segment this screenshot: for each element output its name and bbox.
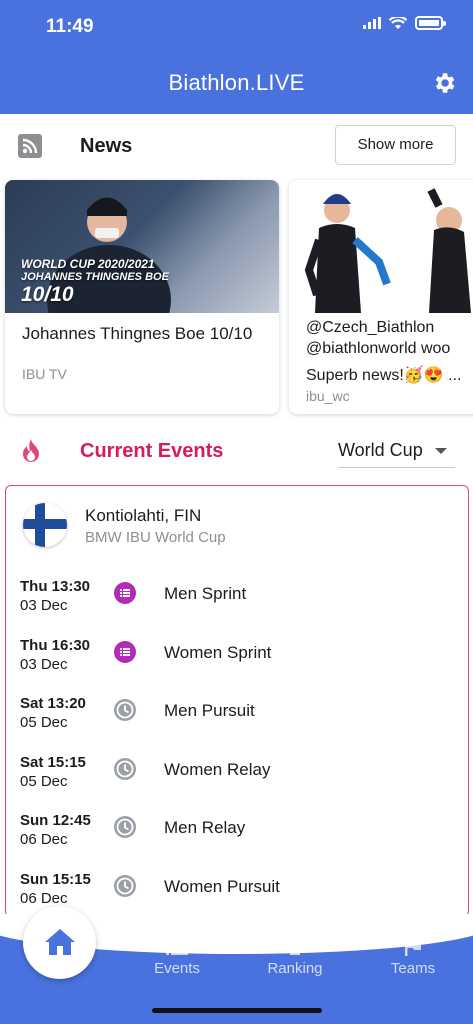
finland-flag-icon [23,503,67,547]
home-indicator [152,1008,322,1013]
competition-select-value: World Cup [338,440,423,460]
clock-icon [114,699,136,722]
event-location: Kontiolahti, FIN [85,506,202,525]
race-row[interactable]: Thu 16:30 03 Dec Women Sprint [6,636,468,695]
trophy-icon [284,939,306,955]
caret-down-icon [435,448,447,454]
race-date: 03 Dec [20,597,68,614]
news-card-line: Superb news!🥳😍 ... [306,367,462,384]
gear-icon[interactable] [431,70,457,96]
race-day-time: Thu 13:30 [20,578,91,595]
news-card-text: @Czech_Biathlon @biathlonworld woo Super… [306,317,473,386]
news-thumbnail: WORLD CUP 2020/2021 JOHANNES THINGNES BO… [5,180,279,313]
race-day-time: Sat 15:15 [20,753,86,771]
thumb-line-1: WORLD CUP 2020/2021 [21,257,155,271]
race-day-time: Sun 15:15 [20,871,91,888]
status-time: 11:49 [46,16,94,37]
status-icons [363,16,446,30]
current-events-heading: Current Events [80,440,224,462]
tab-home[interactable] [23,906,96,979]
flag-icon [405,938,421,956]
race-name: Men Pursuit [164,701,255,721]
race-date: 06 Dec [20,890,68,907]
race-name: Women Pursuit [164,877,280,896]
news-card-source: ibu_wc [306,388,350,404]
show-more-button[interactable]: Show more [335,125,456,165]
competition-select[interactable]: World Cup [338,432,455,468]
event-series: BMW IBU World Cup [85,529,226,546]
wifi-icon [389,16,407,29]
race-date: 05 Dec [20,772,68,790]
news-card-source: IBU TV [22,366,67,382]
home-icon [45,929,75,955]
battery-icon [415,16,446,30]
race-name: Men Sprint [164,584,247,603]
race-row[interactable]: Sat 15:15 05 Dec Women Relay [6,753,468,812]
app-header: 11:49 Biathlon.LIVE [0,0,473,114]
list-icon [114,640,136,663]
race-day-time: Thu 16:30 [20,636,91,654]
tab-ranking[interactable]: Ranking [250,938,340,977]
tab-teams-label: Teams [390,960,436,977]
list-icon [114,582,136,604]
news-card-line: @biathlonworld woo [306,340,451,357]
thumb-line-2: JOHANNES THINGNES BOE [21,271,169,283]
tab-events[interactable]: Events [132,938,222,977]
tab-events-label: Events [154,960,200,977]
flame-icon [23,439,39,462]
news-card[interactable]: WORLD CUP 2020/2021 JOHANNES THINGNES BO… [5,180,279,414]
race-name: Women Relay [164,759,271,779]
news-card-line: @Czech_Biathlon [306,319,435,336]
race-name: Men Relay [164,818,246,838]
clock-icon [114,757,136,780]
race-date: 03 Dec [20,655,68,673]
tab-teams[interactable]: Teams [368,938,458,977]
news-card-title: Johannes Thingnes Boe 10/10 [22,324,253,343]
signal-icon [363,17,381,29]
clock-icon [114,875,136,897]
race-day-time: Sat 13:20 [20,695,86,713]
rss-icon [18,134,42,158]
clock-icon [114,816,136,839]
app-title: Biathlon.LIVE [168,70,305,95]
race-day-time: Sun 12:45 [20,812,91,830]
race-date: 05 Dec [20,714,68,732]
race-row[interactable]: Sun 12:45 06 Dec Men Relay [6,812,468,870]
news-thumbnail [289,180,473,313]
race-date: 06 Dec [20,831,68,849]
thumb-line-3: 10/10 [21,283,74,306]
news-heading: News [80,135,133,157]
news-card[interactable]: @Czech_Biathlon @biathlonworld woo Super… [289,180,473,414]
race-row[interactable]: Thu 13:30 03 Dec Men Sprint [6,578,468,636]
list-icon [166,940,188,955]
race-row[interactable]: Sat 13:20 05 Dec Men Pursuit [6,695,468,753]
race-name: Women Sprint [164,642,272,662]
tab-ranking-label: Ranking [267,960,323,977]
event-card[interactable]: Kontiolahti, FIN BMW IBU World Cup Thu 1… [5,485,469,917]
